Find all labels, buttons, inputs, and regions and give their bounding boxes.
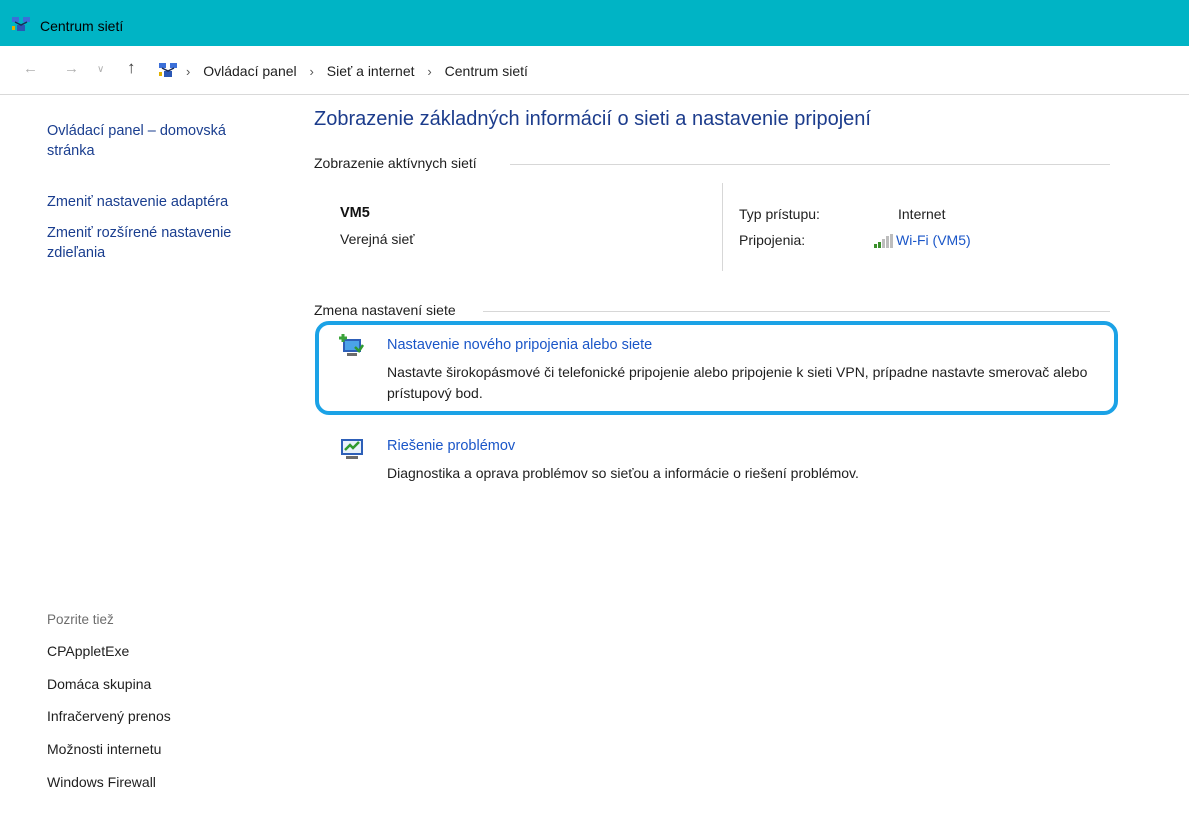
see-also-infrared[interactable]: Infračervený prenos <box>47 708 171 724</box>
chevron-right-icon: › <box>309 64 314 79</box>
network-name: VM5 <box>340 205 370 221</box>
sidebar-item-change-adapter[interactable]: Zmeniť nastavenie adaptéra <box>47 192 277 212</box>
section-divider <box>483 311 1110 312</box>
up-arrow-icon[interactable]: ↑ <box>127 58 136 78</box>
window-title: Centrum sietí <box>40 18 124 34</box>
new-connection-link[interactable]: Nastavenie nového pripojenia alebo siete <box>387 337 652 353</box>
breadcrumb-item-network-internet[interactable]: Sieť a internet <box>327 63 415 79</box>
change-settings-heading: Zmena nastavení siete <box>314 302 456 318</box>
access-type-label: Typ prístupu: <box>739 206 820 222</box>
chevron-right-icon: › <box>186 64 191 79</box>
forward-arrow-icon[interactable]: → <box>64 60 79 77</box>
sidebar-item-control-panel-home[interactable]: Ovládací panel – domovská stránka <box>47 121 277 161</box>
breadcrumb-item-network-center[interactable]: Centrum sietí <box>445 63 528 79</box>
network-category: Verejná sieť <box>340 231 415 247</box>
connections-label: Pripojenia: <box>739 232 806 248</box>
see-also-windows-firewall[interactable]: Windows Firewall <box>47 774 156 790</box>
section-divider <box>510 164 1110 165</box>
breadcrumb: › Ovládací panel › Sieť a internet › Cen… <box>186 63 528 79</box>
active-networks-heading: Zobrazenie aktívnych sietí <box>314 155 477 171</box>
see-also-heading: Pozrite tiež <box>47 612 114 627</box>
troubleshoot-link[interactable]: Riešenie problémov <box>387 438 515 454</box>
see-also-homegroup[interactable]: Domáca skupina <box>47 676 151 692</box>
page-title: Zobrazenie základných informácií o sieti… <box>314 108 871 130</box>
wifi-signal-icon <box>874 234 893 248</box>
troubleshoot-icon <box>341 439 363 459</box>
new-connection-description: Nastavte širokopásmové či telefonické pr… <box>387 364 1088 401</box>
network-center-icon <box>12 17 30 31</box>
new-connection-icon <box>339 334 365 356</box>
access-type-value: Internet <box>898 206 946 222</box>
title-bar: Centrum sietí <box>0 0 1189 46</box>
back-arrow-icon[interactable]: ← <box>23 60 38 77</box>
address-bar: ← → ∨ ↑ › Ovládací panel › Sieť a intern… <box>0 46 1189 95</box>
sidebar-item-advanced-sharing[interactable]: Zmeniť rozšírené nastavenie zdieľania <box>47 223 277 263</box>
chevron-right-icon: › <box>427 64 432 79</box>
network-center-icon <box>159 63 177 77</box>
see-also-cpappletexe[interactable]: CPAppletExe <box>47 643 129 659</box>
wifi-connection-link[interactable]: Wi-Fi (VM5) <box>896 232 971 248</box>
breadcrumb-item-control-panel[interactable]: Ovládací panel <box>203 63 296 79</box>
vertical-divider <box>722 183 723 271</box>
chevron-down-icon[interactable]: ∨ <box>97 64 104 75</box>
see-also-internet-options[interactable]: Možnosti internetu <box>47 741 161 757</box>
troubleshoot-description: Diagnostika a oprava problémov so sieťou… <box>387 465 859 481</box>
